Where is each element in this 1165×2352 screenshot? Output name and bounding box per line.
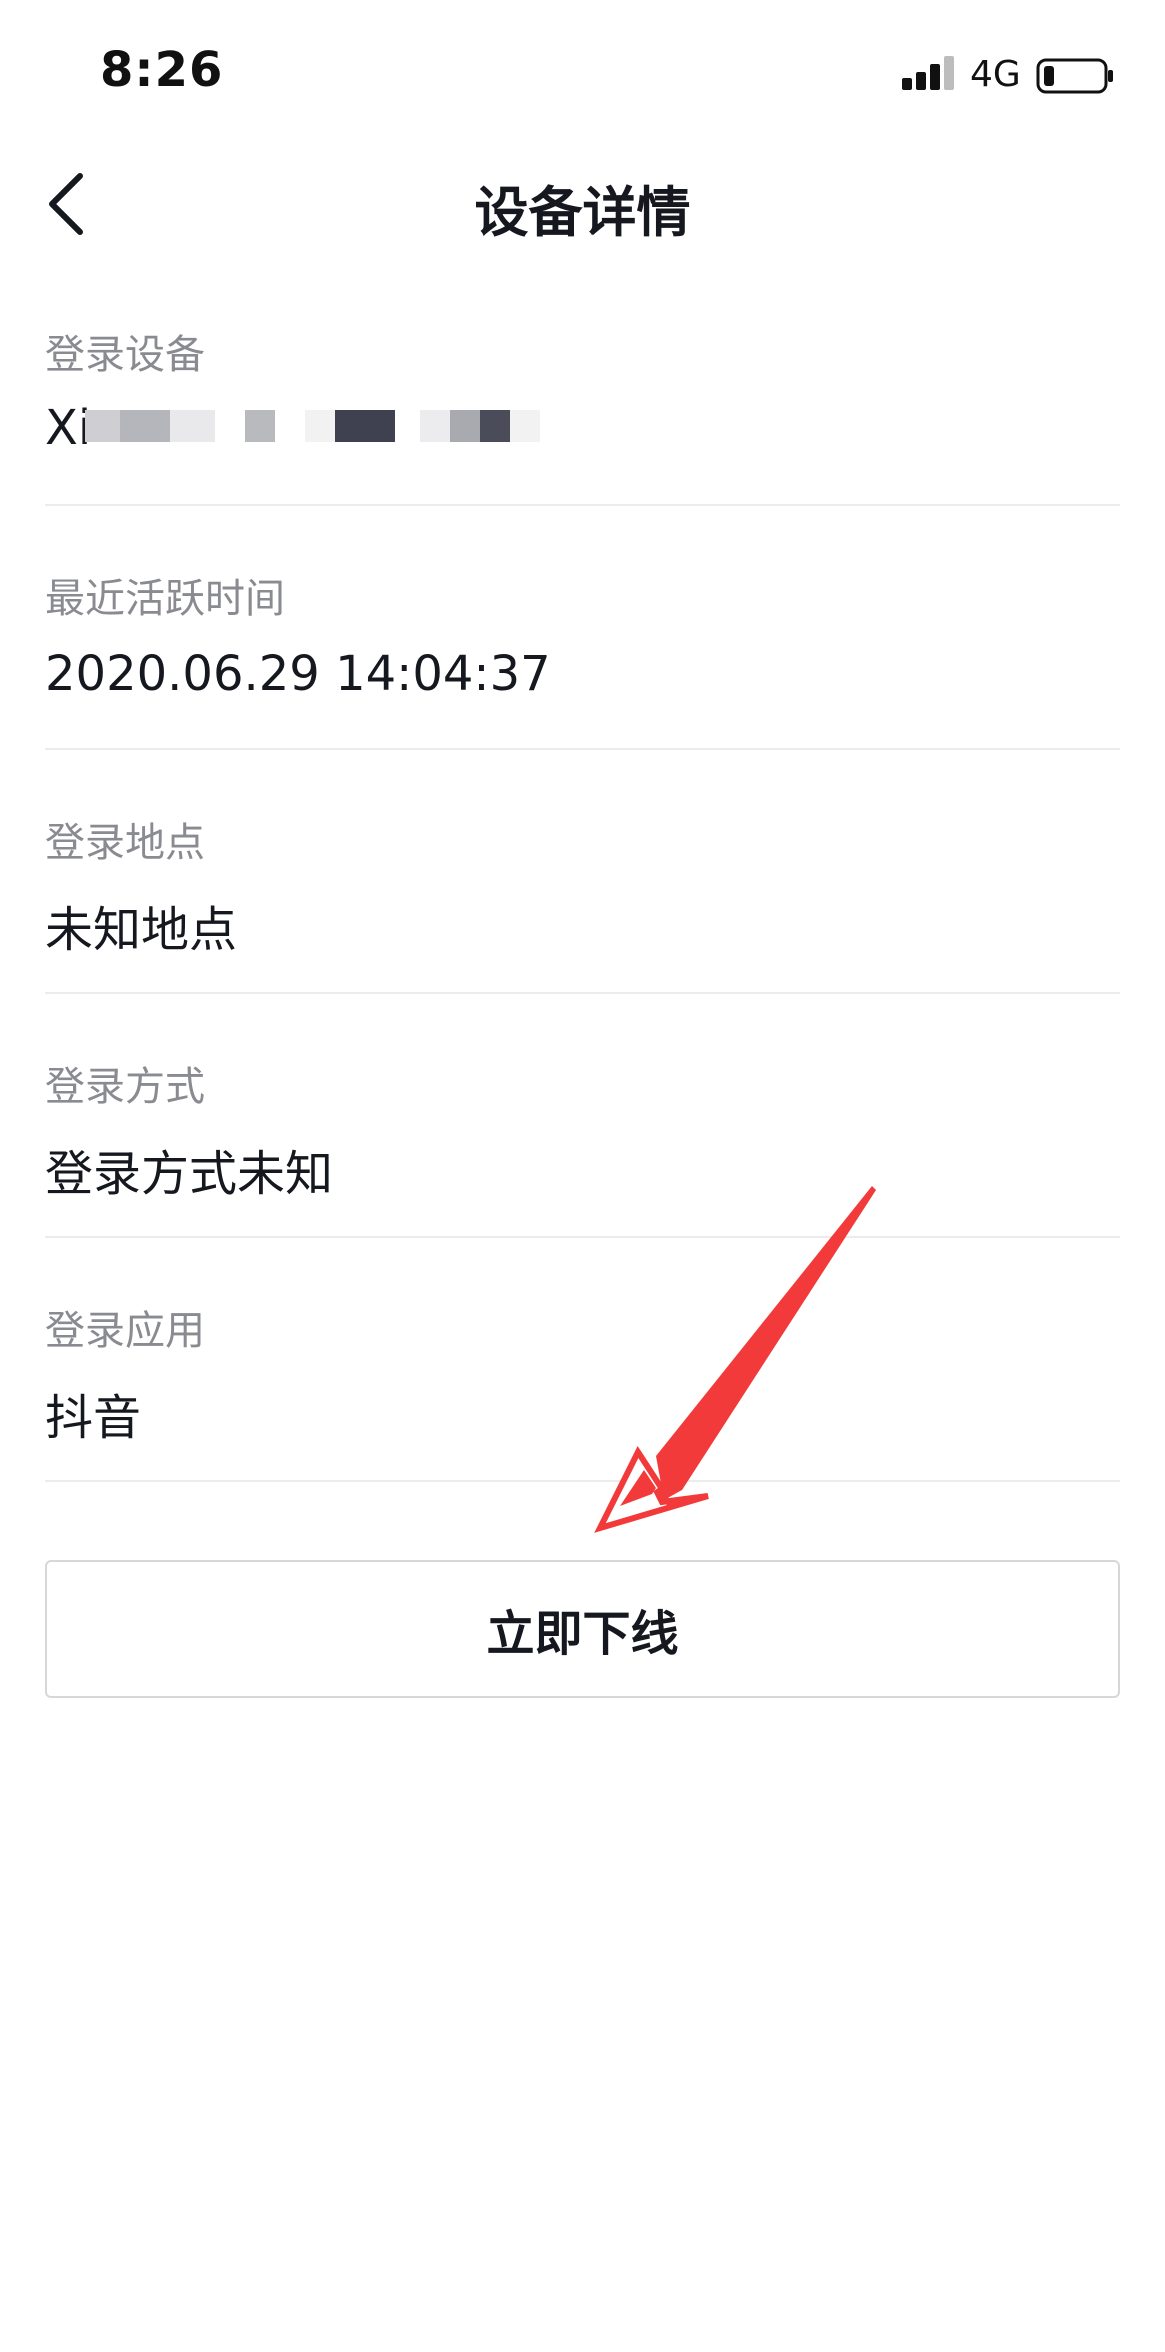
- annotation-arrow-icon: [594, 1186, 876, 1533]
- info-value: 抖音: [45, 1390, 142, 1446]
- network-type-label: 4G: [970, 54, 1021, 95]
- signal-bars-icon: [902, 56, 954, 90]
- force-offline-button[interactable]: 立即下线: [45, 1560, 1120, 1698]
- status-time: 8:26: [100, 42, 224, 98]
- info-item-location: 登录地点 未知地点: [45, 750, 1120, 994]
- info-value: 未知地点: [45, 902, 238, 958]
- info-value: 登录方式未知: [45, 1146, 334, 1202]
- page-title: 设备详情: [474, 181, 691, 244]
- info-label: 登录设备: [45, 332, 205, 378]
- info-value: 2020.06.29 14:04:37: [45, 646, 551, 702]
- info-item-device: 登录设备 Xi: [45, 262, 1120, 506]
- battery-low-icon: [1036, 58, 1113, 94]
- info-label: 登录地点: [45, 820, 205, 866]
- info-label: 登录方式: [45, 1064, 205, 1110]
- info-label: 最近活跃时间: [45, 576, 285, 622]
- status-bar: 8:26 4G: [0, 0, 1165, 150]
- info-item-last-active: 最近活跃时间 2020.06.29 14:04:37: [45, 506, 1120, 750]
- device-name-value: Xi: [45, 400, 645, 460]
- nav-header: 设备详情: [0, 150, 1165, 260]
- info-label: 登录应用: [45, 1308, 205, 1354]
